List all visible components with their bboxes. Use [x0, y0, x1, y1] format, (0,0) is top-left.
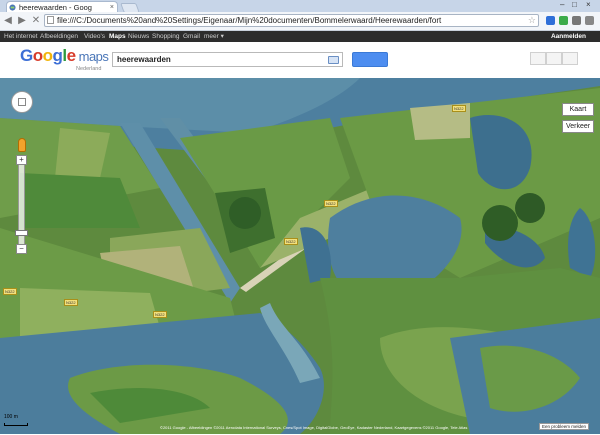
logo-letter: G: [20, 46, 33, 65]
road-label: N322: [452, 105, 466, 112]
header-button[interactable]: [530, 52, 546, 65]
maximize-button[interactable]: □: [572, 0, 577, 9]
satellite-imagery: [0, 78, 600, 434]
tab-close-icon[interactable]: ×: [110, 2, 114, 12]
scale-bar: [4, 423, 28, 426]
zoom-out-button[interactable]: −: [16, 244, 27, 254]
gbar-link-web[interactable]: Het internet: [4, 31, 38, 42]
map-type-button[interactable]: Kaart: [562, 103, 594, 116]
search-value: heerewaarden: [117, 55, 171, 64]
forward-button[interactable]: ▶: [16, 15, 28, 27]
back-button[interactable]: ◀: [2, 15, 14, 27]
logo-letter: o: [42, 46, 53, 65]
gbar-link-shopping[interactable]: Shopping: [152, 31, 179, 42]
road-label: N322: [284, 238, 298, 245]
road-label: N322: [324, 200, 338, 207]
stop-button[interactable]: ✕: [30, 15, 42, 27]
browser-window: heerewaarden - Goog × – □ × ◀ ▶ ✕ file:/…: [0, 0, 600, 435]
pan-center: [18, 98, 26, 106]
close-window-button[interactable]: ×: [586, 0, 591, 9]
browser-toolbar: ◀ ▶ ✕ file:///C:/Documents%20and%20Setti…: [0, 12, 600, 31]
search-button[interactable]: [352, 52, 388, 67]
favicon-icon: [9, 4, 16, 11]
pan-control[interactable]: [11, 91, 33, 113]
map-copyright: ©2011 Google - Afbeeldingen ©2011 Aeroda…: [160, 425, 468, 430]
minimize-button[interactable]: –: [560, 0, 564, 9]
logo-letter: o: [32, 46, 43, 65]
gbar-link-more[interactable]: meer ▾: [204, 31, 224, 42]
pegman-icon[interactable]: [18, 138, 26, 152]
zoom-slider-thumb[interactable]: [15, 230, 28, 236]
header-button[interactable]: [562, 52, 578, 65]
logo-wordmark: Google: [20, 46, 76, 65]
gbar-link-news[interactable]: Nieuws: [128, 31, 149, 42]
bookmark-star-icon[interactable]: ☆: [528, 15, 536, 26]
header-button[interactable]: [546, 52, 562, 65]
traffic-button[interactable]: Verkeer: [562, 120, 594, 133]
road-label: N322: [3, 288, 17, 295]
keyboard-icon[interactable]: [328, 56, 339, 64]
gbar-link-maps[interactable]: Maps: [109, 31, 126, 42]
search-input[interactable]: heerewaarden: [112, 52, 343, 67]
browser-tab[interactable]: heerewaarden - Goog ×: [6, 1, 118, 12]
extension-icon[interactable]: [546, 16, 555, 25]
logo-letter: g: [52, 46, 63, 65]
zoom-in-button[interactable]: +: [16, 155, 27, 165]
google-bar: Het internet Afbeeldingen Video's Maps N…: [0, 31, 600, 42]
gbar-link-images[interactable]: Afbeeldingen: [40, 31, 78, 42]
page-menu-icon[interactable]: [572, 16, 581, 25]
logo-subtitle: Nederland: [76, 66, 102, 72]
gbar-link-gmail[interactable]: Gmail: [183, 31, 200, 42]
road-label: N322: [64, 299, 78, 306]
logo-letter: e: [66, 46, 76, 65]
maps-header: Google maps Nederland heerewaarden: [0, 42, 600, 79]
page-icon: [47, 16, 54, 24]
tab-strip: heerewaarden - Goog × – □ ×: [0, 0, 600, 13]
road-label: N322: [153, 311, 167, 318]
scale-label: 100 m: [4, 414, 18, 420]
gbar-link-videos[interactable]: Video's: [84, 31, 105, 42]
signin-link[interactable]: Aanmelden: [551, 31, 586, 42]
logo-maps: maps: [78, 49, 109, 64]
address-bar[interactable]: file:///C:/Documents%20and%20Settings/Ei…: [44, 14, 539, 27]
satellite-map[interactable]: + − Kaart Verkeer N322 N322 N322 N322 N3…: [0, 78, 600, 434]
google-maps-logo[interactable]: Google maps: [20, 46, 109, 66]
report-problem-link[interactable]: Een probleem melden: [539, 423, 590, 430]
tab-title: heerewaarden - Goog: [19, 3, 92, 12]
extension-icon[interactable]: [559, 16, 568, 25]
address-text: file:///C:/Documents%20and%20Settings/Ei…: [57, 16, 442, 25]
wrench-icon[interactable]: [585, 16, 594, 25]
